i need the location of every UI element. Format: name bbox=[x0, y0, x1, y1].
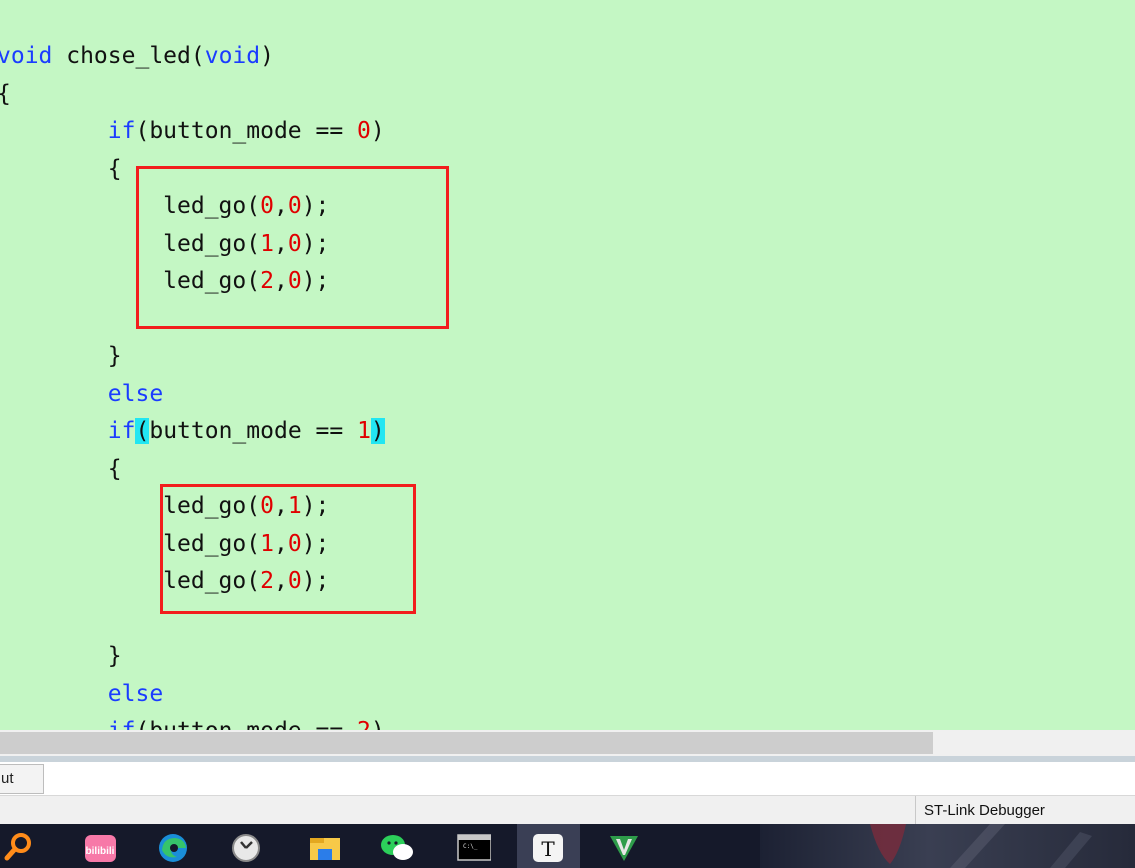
wechat-icon[interactable] bbox=[380, 832, 413, 862]
code-token: { bbox=[0, 81, 11, 107]
code-token: { bbox=[0, 155, 122, 182]
code-token: ) bbox=[371, 718, 385, 730]
code-token: } bbox=[0, 343, 122, 369]
vim-icon[interactable] bbox=[608, 832, 640, 862]
code-token: void bbox=[204, 43, 261, 69]
code-token: 0 bbox=[357, 118, 371, 144]
status-bar: ST-Link Debugger bbox=[0, 796, 1135, 824]
svg-text:bilibili: bilibili bbox=[86, 846, 115, 857]
bilibili-icon[interactable]: bilibili bbox=[84, 832, 116, 862]
code-token: 2 bbox=[357, 718, 371, 730]
debugger-status: ST-Link Debugger bbox=[915, 796, 1135, 824]
code-token: 1 bbox=[357, 418, 371, 444]
code-line[interactable]: } bbox=[0, 338, 122, 375]
code-token: { bbox=[0, 455, 122, 482]
code-token: (button_mode == bbox=[135, 718, 357, 730]
clock-icon[interactable] bbox=[230, 832, 262, 862]
code-line[interactable]: void chose_led(void) bbox=[0, 38, 274, 75]
search-icon[interactable] bbox=[2, 832, 34, 862]
code-token: ) bbox=[370, 418, 385, 444]
code-token: ) bbox=[260, 43, 274, 69]
code-token: if bbox=[107, 418, 136, 444]
code-token: void bbox=[0, 43, 53, 69]
code-line[interactable]: else bbox=[0, 376, 163, 413]
desktop-wallpaper bbox=[760, 824, 1135, 868]
code-token: chose_led( bbox=[52, 43, 205, 69]
svg-text:C:\_: C:\_ bbox=[463, 843, 478, 850]
code-token: else bbox=[107, 380, 164, 407]
code-line[interactable]: else bbox=[0, 676, 163, 713]
annotation-box-2 bbox=[160, 484, 416, 614]
code-line[interactable]: { bbox=[0, 451, 122, 488]
horizontal-scrollbar[interactable] bbox=[0, 730, 1135, 756]
tab-build-output[interactable]: ut bbox=[0, 764, 44, 794]
code-line[interactable]: if(button_mode == 1) bbox=[0, 413, 385, 450]
scrollbar-thumb[interactable] bbox=[0, 732, 933, 754]
svg-text:T: T bbox=[541, 837, 555, 861]
annotation-box-1 bbox=[136, 166, 449, 329]
code-token: ) bbox=[370, 118, 385, 144]
code-token: } bbox=[0, 643, 122, 669]
code-token: else bbox=[107, 680, 164, 707]
code-token: if bbox=[107, 118, 136, 144]
terminal-icon[interactable]: C:\_ bbox=[457, 832, 492, 862]
code-line[interactable]: { bbox=[0, 76, 11, 113]
output-tab-bar: ut bbox=[0, 762, 1135, 796]
code-line[interactable]: { bbox=[0, 151, 122, 188]
code-line[interactable]: if(button_mode == 2) bbox=[0, 713, 385, 730]
edge-browser-icon[interactable] bbox=[157, 832, 189, 862]
code-line[interactable]: if(button_mode == 0) bbox=[0, 113, 385, 150]
windows-taskbar: bilibili C:\_ T bbox=[0, 824, 1135, 868]
code-token: (button_mode == bbox=[135, 118, 358, 144]
file-explorer-icon[interactable] bbox=[308, 832, 340, 862]
code-line[interactable]: } bbox=[0, 638, 122, 675]
code-token: if bbox=[108, 718, 136, 730]
code-token: button_mode == bbox=[149, 418, 358, 444]
typora-icon[interactable]: T bbox=[532, 832, 564, 862]
code-editor[interactable]: void chose_led(void) { if(button_mode == … bbox=[0, 0, 1135, 730]
code-token: ( bbox=[135, 418, 150, 444]
